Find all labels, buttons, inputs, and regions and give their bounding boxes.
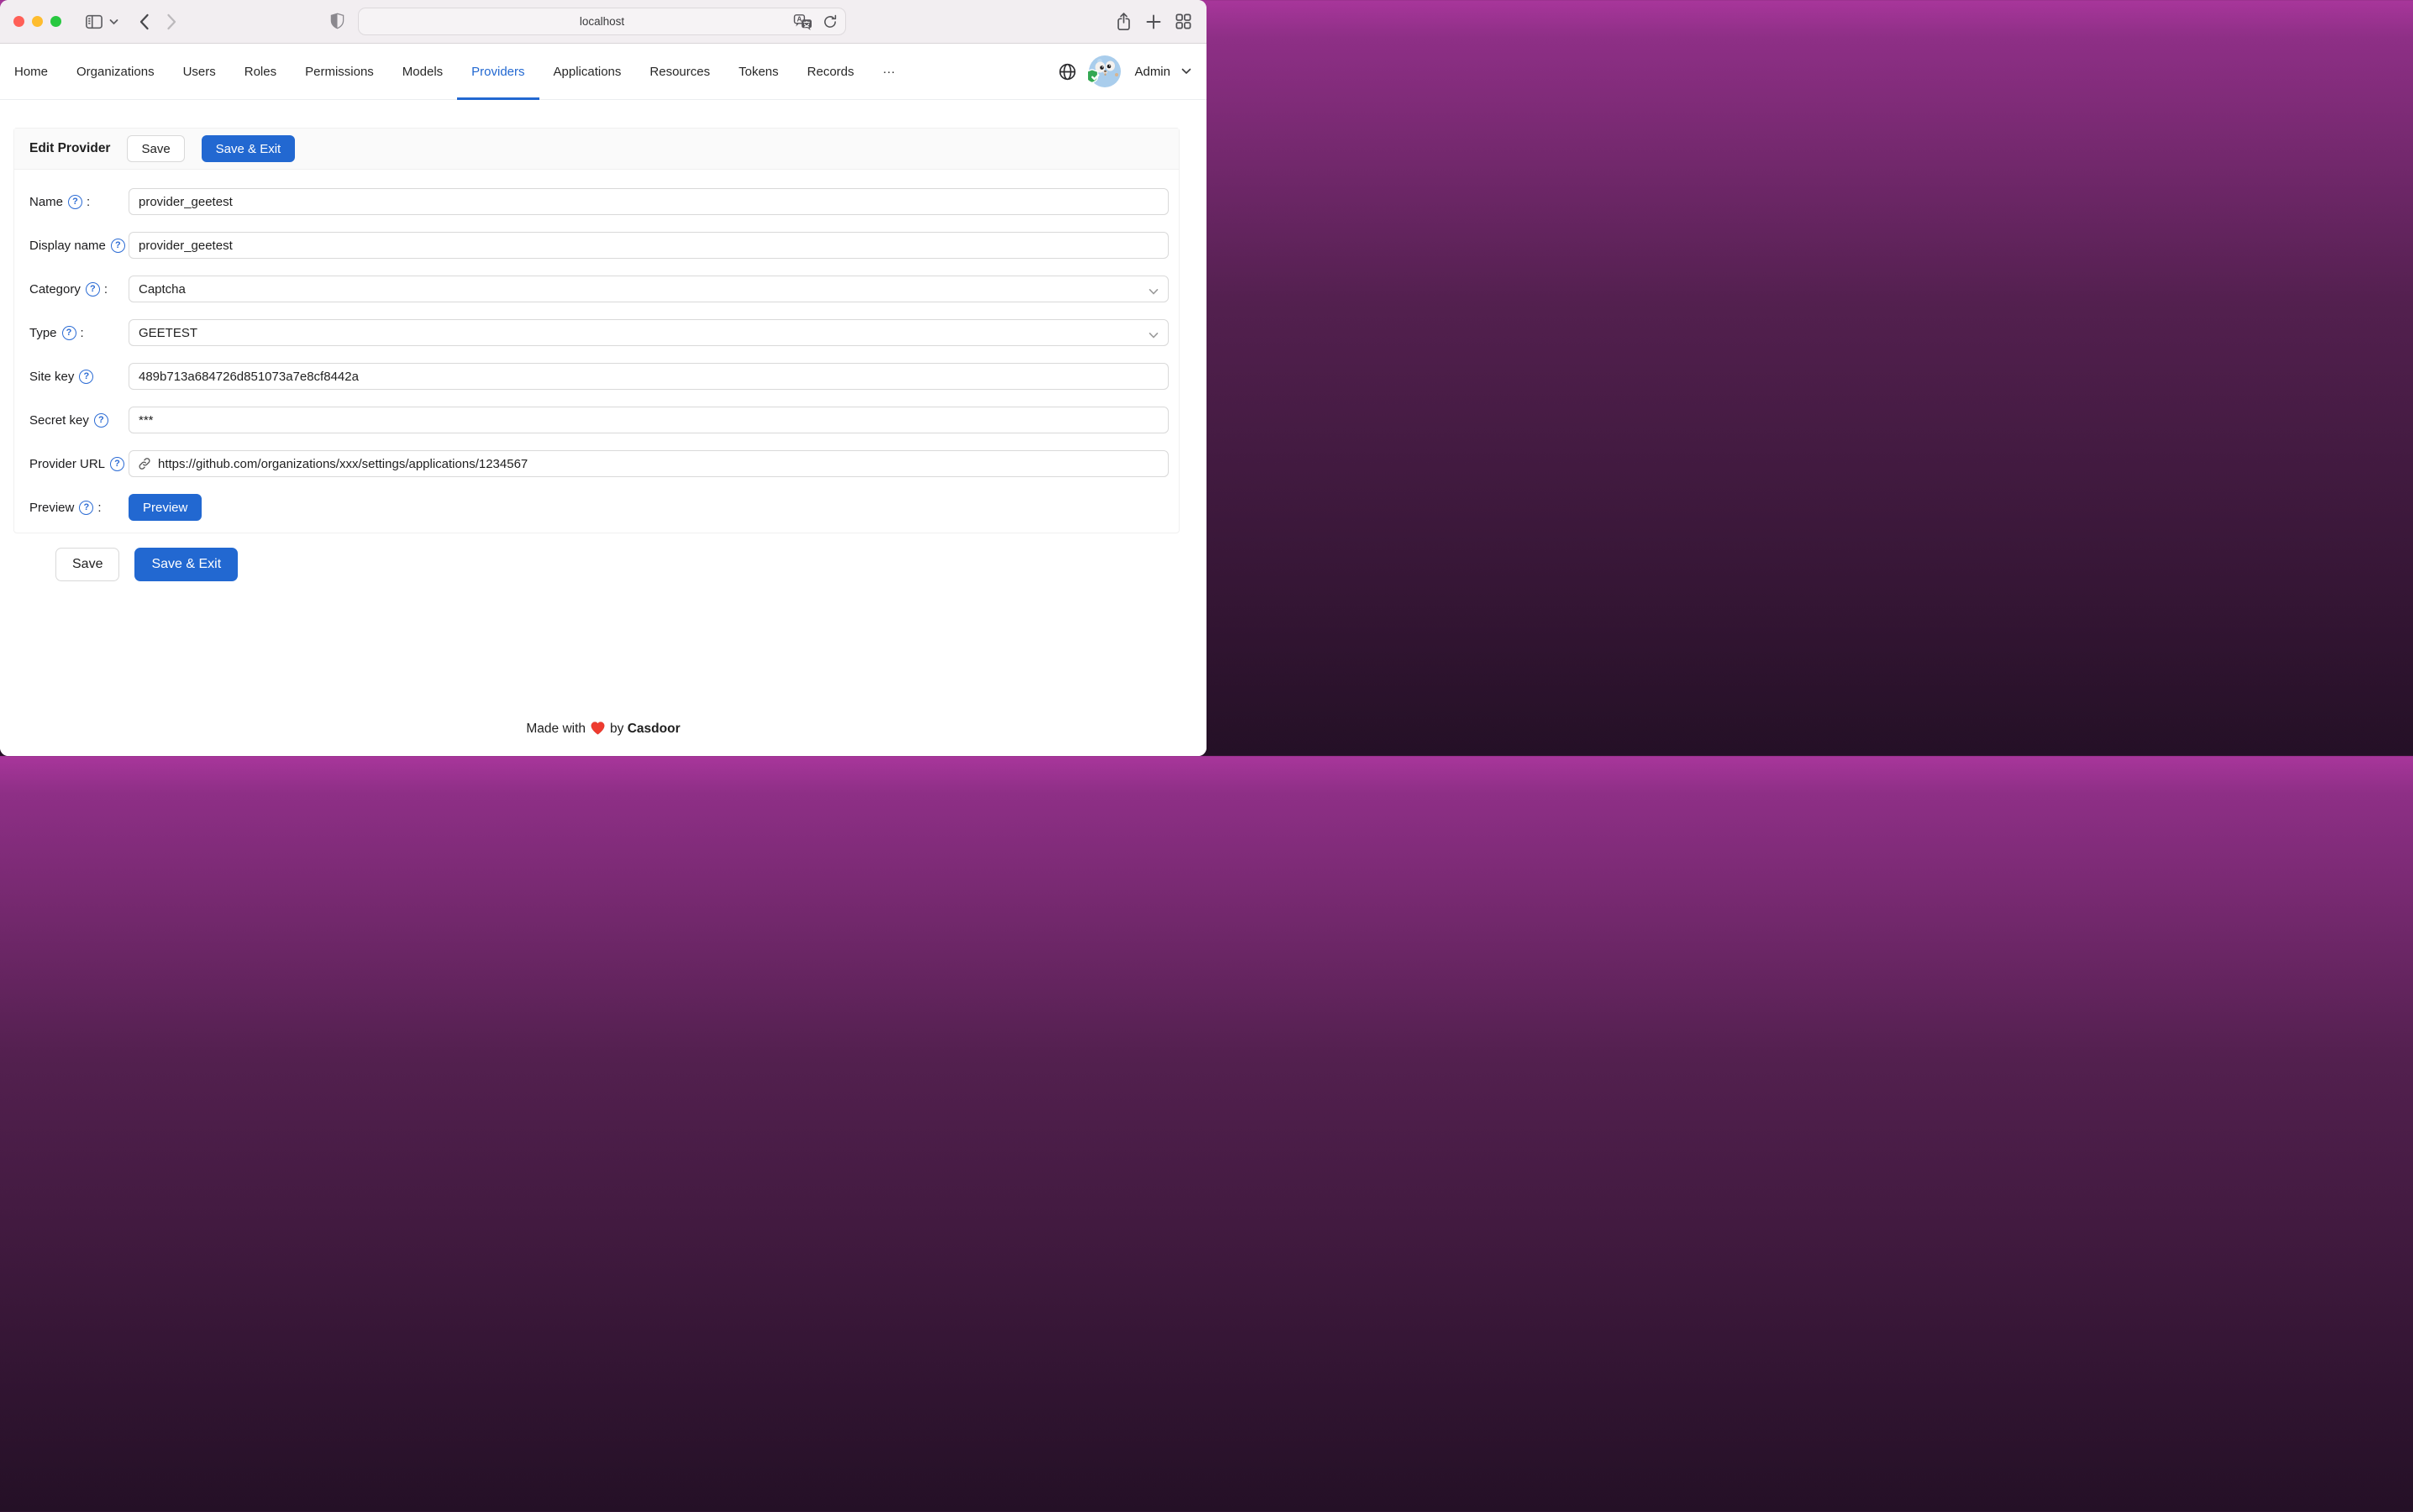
field-label: Display name [29,239,106,253]
form-row-preview: Preview ? : Preview [29,494,1169,521]
nav-item-providers[interactable]: Providers [457,44,539,99]
nav-item-models[interactable]: Models [388,44,457,99]
secret-key-input[interactable] [129,407,1169,433]
edit-provider-card: Edit Provider Save Save & Exit Name ? : [13,128,1180,533]
save-exit-button-bottom[interactable]: Save & Exit [134,548,238,581]
category-select[interactable]: Captcha [129,276,1169,302]
close-window-button[interactable] [13,16,24,27]
nav-item-users[interactable]: Users [169,44,230,99]
share-icon[interactable] [1115,12,1133,32]
save-button-bottom[interactable]: Save [55,548,119,581]
heart-icon [590,724,606,738]
form-row-type: Type ? : GEETEST [29,319,1169,346]
app-navbar: Home Organizations Users Roles Permissio… [0,44,1206,100]
footer-brand[interactable]: Casdoor [628,722,681,736]
field-label: Secret key [29,413,89,428]
tab-group-chevron-icon[interactable] [109,18,118,25]
field-label: Site key [29,370,74,384]
forward-icon[interactable] [166,13,177,30]
category-select-value: Captcha [139,282,186,297]
language-icon[interactable] [1058,62,1077,81]
nav-item-permissions[interactable]: Permissions [291,44,388,99]
footer-text: Made with [526,722,586,736]
address-text: localhost [580,15,624,28]
field-label: Type [29,326,57,340]
avatar[interactable] [1088,55,1122,88]
chevron-down-icon [1149,328,1159,343]
form-row-provider-url: Provider URL ? : [29,450,1169,477]
footer-text: by [610,722,623,736]
browser-titlebar: localhost A [0,0,1206,44]
user-name[interactable]: Admin [1134,65,1170,79]
browser-window: localhost A [0,0,1206,756]
minimize-window-button[interactable] [32,16,43,27]
site-key-input[interactable] [129,363,1169,390]
address-bar[interactable]: localhost A [358,8,846,35]
back-icon[interactable] [139,13,150,30]
nav-item-applications[interactable]: Applications [539,44,636,99]
type-select[interactable]: GEETEST [129,319,1169,346]
help-icon[interactable]: ? [110,457,124,471]
page-title: Edit Provider [29,141,110,156]
nav-item-records[interactable]: Records [793,44,869,99]
help-icon[interactable]: ? [68,195,82,209]
nav-item-resources[interactable]: Resources [635,44,724,99]
nav-item-roles[interactable]: Roles [230,44,291,99]
help-icon[interactable]: ? [79,370,93,384]
privacy-shield-icon[interactable] [329,12,345,30]
footer: Made with by Casdoor [0,721,1206,739]
nav-item-home[interactable]: Home [0,44,62,99]
zoom-window-button[interactable] [50,16,61,27]
form-row-name: Name ? : [29,188,1169,215]
translate-icon[interactable]: A [793,13,813,30]
help-icon[interactable]: ? [86,282,100,297]
chevron-down-icon[interactable] [1181,68,1191,75]
type-select-value: GEETEST [139,326,197,340]
provider-form: Name ? : Display name ? : [14,170,1179,533]
form-row-secret-key: Secret key ? [29,407,1169,433]
field-label: Category [29,282,81,297]
chevron-down-icon [1149,285,1159,299]
save-exit-button[interactable]: Save & Exit [202,135,296,162]
save-button[interactable]: Save [127,135,184,162]
form-row-site-key: Site key ? [29,363,1169,390]
page-content: Edit Provider Save Save & Exit Name ? : [0,100,1206,756]
display-name-input[interactable] [129,232,1169,259]
help-icon[interactable]: ? [111,239,125,253]
tab-overview-icon[interactable] [1175,13,1192,30]
traffic-lights [13,16,61,27]
bottom-actions: Save Save & Exit [55,548,238,581]
help-icon[interactable]: ? [79,501,93,515]
form-row-category: Category ? : Captcha [29,276,1169,302]
help-icon[interactable]: ? [62,326,76,340]
nav-item-tokens[interactable]: Tokens [724,44,793,99]
help-icon[interactable]: ? [94,413,108,428]
nav-item-overflow[interactable]: ··· [869,44,910,99]
provider-url-input[interactable] [129,450,1169,477]
nav-item-organizations[interactable]: Organizations [62,44,169,99]
reload-icon[interactable] [823,14,838,29]
form-row-display-name: Display name ? : [29,232,1169,259]
card-header: Edit Provider Save Save & Exit [14,129,1179,170]
field-label: Preview [29,501,74,515]
svg-text:A: A [797,15,802,23]
name-input[interactable] [129,188,1169,215]
field-label: Provider URL [29,457,105,471]
sidebar-toggle-icon[interactable] [85,13,103,30]
field-label: Name [29,195,63,209]
new-tab-icon[interactable] [1145,13,1162,30]
preview-button[interactable]: Preview [129,494,202,521]
